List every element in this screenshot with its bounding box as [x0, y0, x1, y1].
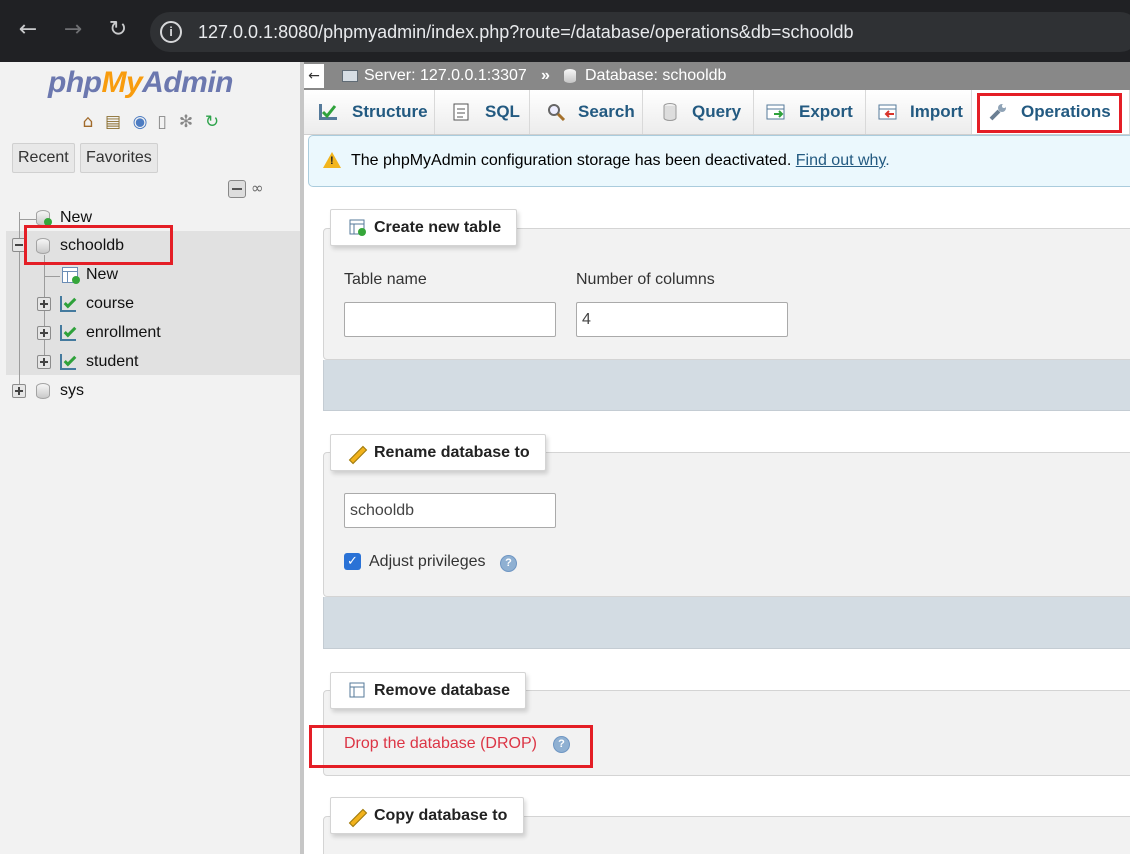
- tab-structure[interactable]: Structure: [304, 90, 435, 134]
- expand-enrollment-icon[interactable]: [37, 326, 51, 340]
- annotation-highlight: [309, 725, 593, 768]
- tab-export[interactable]: Export: [754, 90, 866, 134]
- sql-icon: [453, 103, 469, 121]
- warning-icon: [323, 152, 341, 168]
- pencil-icon: [348, 808, 368, 828]
- collapse-all-icon[interactable]: [228, 180, 246, 198]
- table-structure-icon: [60, 295, 77, 312]
- tab-query[interactable]: Query: [643, 90, 754, 134]
- expand-sys-icon[interactable]: [12, 384, 26, 398]
- search-icon: [548, 104, 566, 121]
- table-structure-icon: [60, 324, 77, 341]
- remove-db-legend: Remove database: [330, 672, 526, 709]
- browser-toolbar: ← → ↻ i 127.0.0.1:8080/phpmyadmin/index.…: [0, 0, 1130, 62]
- table-name-input[interactable]: [344, 302, 556, 337]
- expand-student-icon[interactable]: [37, 355, 51, 369]
- favorites-tab[interactable]: Favorites: [80, 143, 158, 173]
- notice-suffix: .: [885, 152, 890, 169]
- columns-label: Number of columns: [576, 271, 715, 288]
- database-icon: [36, 383, 50, 399]
- copy-db-legend: Copy database to: [330, 797, 524, 834]
- link-with-main-icon[interactable]: ∞: [251, 180, 271, 196]
- tree-item-label: student: [86, 353, 139, 370]
- adjust-privileges-checkbox[interactable]: ✓: [344, 553, 361, 570]
- reload-icon[interactable]: ↻: [202, 112, 222, 132]
- address-bar[interactable]: i 127.0.0.1:8080/phpmyadmin/index.php?ro…: [150, 12, 1130, 52]
- recent-tab[interactable]: Recent: [12, 143, 75, 173]
- tab-search[interactable]: Search: [530, 90, 643, 134]
- rename-db-footer: [323, 597, 1130, 649]
- create-table-fieldset: [323, 228, 1130, 360]
- tab-sql[interactable]: SQL: [435, 90, 530, 134]
- help-icon[interactable]: ◉: [130, 112, 150, 132]
- pencil-icon: [348, 445, 368, 465]
- reload-icon[interactable]: ↻: [102, 14, 134, 46]
- tree-item-label: sys: [60, 382, 84, 399]
- expand-course-icon[interactable]: [37, 297, 51, 311]
- export-icon: [766, 104, 785, 120]
- notice-text: The phpMyAdmin configuration storage has…: [351, 152, 792, 169]
- breadcrumb: ← Server: 127.0.0.1:3307 » Database: sch…: [304, 62, 1130, 90]
- create-table-legend: Create new table: [330, 209, 517, 246]
- annotation-highlight: [977, 93, 1122, 133]
- tree-item-label: course: [86, 295, 135, 312]
- docs-icon[interactable]: ▯: [152, 112, 172, 132]
- database-icon: [564, 69, 576, 83]
- help-icon[interactable]: ?: [500, 555, 517, 572]
- columns-input[interactable]: [576, 302, 788, 337]
- breadcrumb-database[interactable]: Database: schooldb: [585, 62, 726, 90]
- home-icon[interactable]: ⌂: [78, 112, 98, 132]
- new-table-icon: [349, 219, 366, 236]
- config-storage-notice: The phpMyAdmin configuration storage has…: [308, 135, 1130, 187]
- server-icon: [342, 70, 358, 82]
- exit-icon[interactable]: ▤: [103, 112, 123, 132]
- adjust-privileges-label[interactable]: Adjust privileges: [369, 552, 486, 572]
- phpmyadmin-logo[interactable]: phpMyAdmin: [48, 66, 233, 100]
- create-table-footer: [323, 360, 1130, 411]
- settings-icon[interactable]: ✻: [176, 112, 196, 132]
- table-name-label: Table name: [344, 271, 427, 288]
- tree-item-label: enrollment: [86, 324, 161, 341]
- tree-item-label: New: [86, 266, 119, 283]
- url-text[interactable]: 127.0.0.1:8080/phpmyadmin/index.php?rout…: [198, 21, 854, 43]
- tab-import[interactable]: Import: [866, 90, 972, 134]
- table-structure-icon: [60, 353, 77, 370]
- rename-db-legend: Rename database to: [330, 434, 546, 471]
- breadcrumb-separator: »: [541, 67, 550, 84]
- breadcrumb-server[interactable]: Server: 127.0.0.1:3307: [364, 62, 527, 90]
- back-icon[interactable]: ←: [12, 14, 44, 46]
- tree-connector: [44, 276, 60, 277]
- find-out-why-link[interactable]: Find out why: [796, 152, 886, 169]
- remove-table-icon: [349, 682, 365, 698]
- structure-icon: [319, 104, 337, 120]
- collapse-panel-icon[interactable]: ←: [304, 64, 324, 88]
- tree-connector: [19, 219, 36, 220]
- panel-resizer[interactable]: [300, 62, 304, 854]
- query-icon: [663, 103, 677, 121]
- site-info-icon[interactable]: i: [160, 21, 182, 43]
- forward-icon[interactable]: →: [57, 14, 89, 46]
- import-icon: [878, 104, 897, 120]
- annotation-highlight: [24, 225, 173, 265]
- add-icon: [72, 276, 80, 284]
- rename-db-input[interactable]: [344, 493, 556, 528]
